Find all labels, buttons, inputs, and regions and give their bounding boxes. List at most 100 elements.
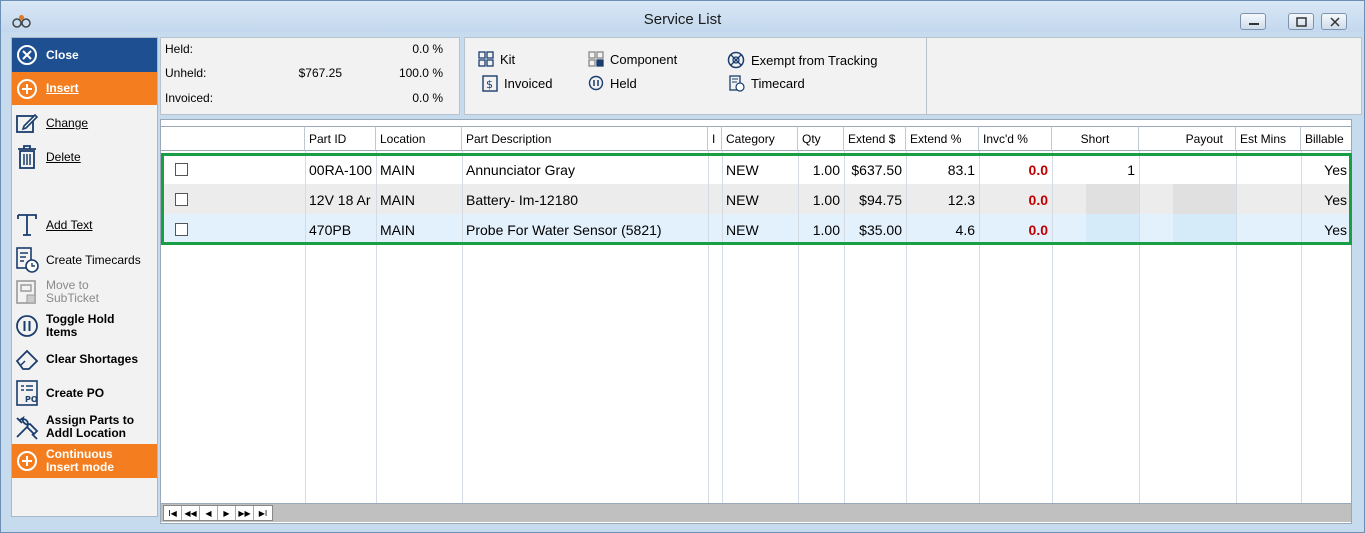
kit-icon	[478, 51, 494, 67]
assign-parts-button[interactable]: Assign Parts to Addl Location	[12, 410, 157, 444]
previous-record-button[interactable]: ◀	[200, 506, 218, 520]
table-row[interactable]: 00RA-100 MAIN Annunciator Gray NEW 1.00 …	[161, 154, 1351, 184]
column-header-part-id[interactable]: Part ID	[305, 126, 376, 151]
previous-page-button[interactable]: ◀◀	[182, 506, 200, 520]
column-header-category[interactable]: Category	[722, 126, 798, 151]
column-divider	[305, 151, 306, 503]
insert-button[interactable]: Insert	[12, 72, 157, 105]
cell-location: MAIN	[380, 222, 415, 238]
cell-part-description: Annunciator Gray	[466, 162, 575, 178]
cell-extend-dollar: $94.75	[859, 192, 902, 208]
tools-icon	[12, 414, 42, 440]
create-po-button[interactable]: PO Create PO	[12, 377, 157, 409]
unheld-pct: 100.0 %	[398, 66, 443, 80]
legend-held-label: Held	[610, 75, 637, 91]
first-record-button[interactable]: I◀	[164, 506, 182, 520]
delete-label: Delete	[46, 149, 81, 164]
column-header-short[interactable]: Short	[1052, 126, 1139, 151]
legend-divider	[926, 38, 927, 114]
cell-category: NEW	[726, 192, 759, 208]
cell-billable: Yes	[1324, 162, 1347, 178]
column-divider	[798, 151, 799, 503]
exempt-icon	[727, 51, 745, 69]
legend-timecard: Timecard	[729, 75, 805, 92]
close-window-button[interactable]	[1321, 13, 1347, 30]
add-text-button[interactable]: Add Text	[12, 210, 157, 240]
row-checkbox[interactable]	[175, 223, 188, 236]
cell-extend-dollar: $35.00	[859, 222, 902, 238]
payout-cell-shading	[1173, 184, 1236, 214]
close-icon	[1330, 17, 1340, 27]
add-text-label: Add Text	[46, 217, 93, 232]
change-button[interactable]: Change	[12, 108, 157, 138]
cell-qty: 1.00	[812, 222, 840, 238]
svg-text:PO: PO	[25, 395, 38, 404]
svg-text:$: $	[486, 78, 493, 91]
cell-qty: 1.00	[812, 192, 840, 208]
column-header-billable[interactable]: Billable	[1301, 126, 1351, 151]
edit-icon	[12, 111, 42, 135]
plus-circle-icon	[12, 78, 42, 100]
row-checkbox[interactable]	[175, 193, 188, 206]
plus-circle-icon	[12, 450, 42, 472]
payout-cell-shading	[1173, 214, 1236, 244]
next-page-button[interactable]: ▶▶	[236, 506, 254, 520]
title-bar: Service List	[1, 1, 1364, 32]
assign-parts-label: Assign Parts to Addl Location	[46, 413, 135, 440]
minimize-button[interactable]	[1240, 13, 1266, 30]
column-header-est-mins[interactable]: Est Mins	[1236, 126, 1301, 151]
create-timecards-button[interactable]: Create Timecards	[12, 244, 157, 276]
cell-invoiced-pct: 0.0	[1028, 162, 1048, 178]
legend-component-label: Component	[610, 51, 678, 67]
move-to-subticket-button[interactable]: Move to SubTicket	[12, 276, 157, 308]
text-icon	[12, 212, 42, 238]
maximize-icon	[1296, 17, 1307, 27]
cell-extend-pct: 12.3	[947, 192, 975, 208]
column-divider	[708, 151, 709, 503]
column-header-payout[interactable]: Payout	[1139, 126, 1236, 151]
column-divider	[906, 151, 907, 503]
column-header-qty[interactable]: Qty	[798, 126, 844, 151]
column-header-part-description[interactable]: Part Description	[462, 126, 708, 151]
unheld-amount: $767.25	[298, 66, 342, 80]
column-divider	[844, 151, 845, 503]
close-button[interactable]: Close	[12, 38, 157, 72]
unheld-row: Unheld: $767.25 100.0 %	[165, 66, 455, 86]
invoiced-pct: 0.0 %	[412, 91, 443, 105]
change-label: Change	[46, 115, 89, 130]
next-record-button[interactable]: ▶	[218, 506, 236, 520]
row-checkbox[interactable]	[175, 163, 188, 176]
window-title: Service List	[643, 11, 722, 28]
table-row[interactable]: 470PB MAIN Probe For Water Sensor (5821)…	[161, 214, 1351, 244]
legend-kit: Kit	[478, 51, 515, 67]
navigator-buttons: I◀ ◀◀ ◀ ▶ ▶▶ ▶I	[163, 505, 273, 521]
column-header-location[interactable]: Location	[376, 126, 462, 151]
pause-circle-icon	[588, 75, 604, 91]
column-header-invoiced-pct[interactable]: Invc'd %	[979, 126, 1052, 151]
cell-part-id: 470PB	[309, 222, 352, 238]
timecard-icon	[729, 75, 745, 92]
short-cell-shading	[1086, 184, 1139, 214]
legend-kit-label: Kit	[500, 51, 516, 67]
cell-qty: 1.00	[812, 162, 840, 178]
column-header-extend-pct[interactable]: Extend %	[906, 126, 979, 151]
close-circle-icon	[12, 44, 42, 66]
delete-button[interactable]: Delete	[12, 141, 157, 173]
eraser-icon	[12, 347, 42, 371]
cell-category: NEW	[726, 222, 759, 238]
service-list-window: Service List Close Insert Change Delete …	[0, 0, 1365, 533]
last-record-button[interactable]: ▶I	[254, 506, 272, 520]
clear-shortages-label: Clear Shortages	[46, 351, 139, 366]
continuous-insert-button[interactable]: Continuous Insert mode	[12, 444, 157, 478]
table-row[interactable]: 12V 18 Ar MAIN Battery- Im-12180 NEW 1.0…	[161, 184, 1351, 214]
clear-shortages-button[interactable]: Clear Shortages	[12, 344, 157, 374]
column-header-select[interactable]	[161, 126, 305, 151]
toggle-hold-items-button[interactable]: Toggle Hold Items	[12, 310, 157, 342]
maximize-button[interactable]	[1288, 13, 1314, 30]
held-pct: 0.0 %	[412, 42, 443, 56]
cell-part-description: Battery- Im-12180	[466, 192, 579, 208]
column-header-i[interactable]: I	[708, 126, 722, 151]
column-header-extend-dollar[interactable]: Extend $	[844, 126, 906, 151]
cell-billable: Yes	[1324, 222, 1347, 238]
column-divider	[1236, 151, 1237, 503]
